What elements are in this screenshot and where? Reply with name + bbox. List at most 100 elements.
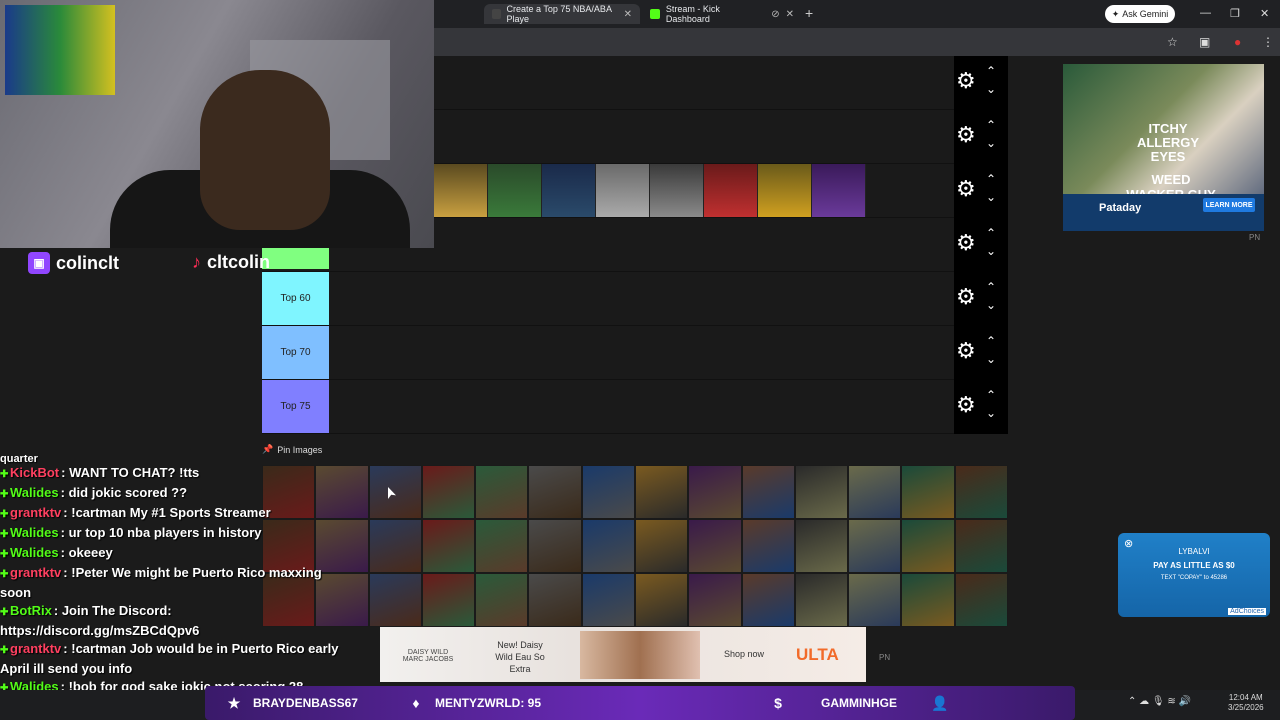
- player-image[interactable]: [901, 519, 955, 573]
- close-tab-icon[interactable]: ✕: [624, 9, 632, 20]
- chat-username: KickBot: [10, 465, 60, 480]
- mute-icon[interactable]: ⊘: [771, 9, 779, 20]
- player-image[interactable]: [954, 573, 1008, 627]
- ad-lybalvi[interactable]: ⊗ LYBALVI PAY AS LITTLE AS $0 TEXT "COPA…: [1118, 533, 1270, 617]
- player-image[interactable]: [634, 519, 689, 573]
- player-image[interactable]: [475, 573, 529, 627]
- player-image[interactable]: [794, 519, 849, 573]
- player-image[interactable]: [688, 573, 742, 627]
- player-image[interactable]: [421, 465, 476, 519]
- player-image[interactable]: [848, 519, 902, 573]
- gear-icon[interactable]: ⚙: [956, 392, 976, 418]
- ask-gemini-button[interactable]: ✦ Ask Gemini: [1105, 5, 1175, 23]
- chat-text: : Join The Discord:: [53, 603, 172, 618]
- player-image[interactable]: [688, 519, 742, 573]
- chat-username: grantktv: [10, 565, 62, 580]
- move-down-icon[interactable]: ⌄: [986, 296, 996, 314]
- tier-label[interactable]: Top 70: [262, 326, 329, 379]
- system-clock[interactable]: 12:04 AM 3/25/2026: [1228, 693, 1264, 713]
- move-up-icon[interactable]: ⌃: [986, 332, 996, 350]
- player-image[interactable]: [581, 519, 635, 573]
- ad-allergy[interactable]: ITCHY ALLERGY EYES WEED WACKER GUY Patad…: [1063, 64, 1264, 231]
- move-down-icon[interactable]: ⌄: [986, 404, 996, 422]
- tier-label[interactable]: Top 75: [262, 380, 329, 433]
- tier-label[interactable]: Top 60: [262, 272, 329, 325]
- player-image[interactable]: [688, 465, 742, 519]
- player-image[interactable]: [741, 573, 795, 627]
- player-image[interactable]: [848, 465, 902, 519]
- player-image[interactable]: [634, 465, 689, 519]
- gear-icon[interactable]: ⚙: [956, 338, 976, 364]
- close-window-icon[interactable]: ✕: [1260, 7, 1269, 20]
- player-image[interactable]: [581, 573, 635, 627]
- player-image[interactable]: [528, 519, 582, 573]
- move-up-icon[interactable]: ⌃: [986, 224, 996, 242]
- system-tray-icons[interactable]: ⌃ ☁ 🎙 ≋ 🔊: [1128, 696, 1191, 707]
- player-image[interactable]: [634, 573, 689, 627]
- player-image[interactable]: [794, 573, 849, 627]
- tab-search-icon[interactable]: ▣: [1199, 35, 1210, 49]
- move-down-icon[interactable]: ⌄: [986, 350, 996, 368]
- gear-icon[interactable]: ⚙: [956, 122, 976, 148]
- player-image[interactable]: [596, 164, 650, 217]
- shop-now-button[interactable]: Shop now: [724, 649, 764, 659]
- move-up-icon[interactable]: ⌃: [986, 62, 996, 80]
- player-image[interactable]: [475, 519, 529, 573]
- move-up-icon[interactable]: ⌃: [986, 386, 996, 404]
- tier-label-partial[interactable]: [262, 248, 329, 269]
- player-image[interactable]: [704, 164, 758, 217]
- player-image[interactable]: [542, 164, 596, 217]
- twitch-handle: ▣ colinclt: [28, 252, 119, 274]
- gear-icon[interactable]: ⚙: [956, 176, 976, 202]
- chat-username: Walides: [10, 545, 59, 560]
- tier-row[interactable]: Top 70 ⚙ ⌃ ⌄: [262, 326, 1008, 380]
- player-image[interactable]: [475, 465, 529, 519]
- player-image[interactable]: [758, 164, 812, 217]
- player-image[interactable]: [434, 164, 488, 217]
- webcam-overlay: [0, 0, 434, 248]
- move-up-icon[interactable]: ⌃: [986, 170, 996, 188]
- move-down-icon[interactable]: ⌄: [986, 80, 996, 98]
- new-tab-button[interactable]: +: [805, 5, 813, 21]
- player-image[interactable]: [421, 573, 476, 627]
- learn-more-button[interactable]: LEARN MORE: [1203, 198, 1255, 212]
- player-image[interactable]: [421, 519, 476, 573]
- player-image[interactable]: [528, 465, 582, 519]
- gear-icon[interactable]: ⚙: [956, 230, 976, 256]
- player-image[interactable]: [954, 519, 1008, 573]
- streamer-head: [200, 70, 330, 230]
- player-image[interactable]: [794, 465, 849, 519]
- player-image[interactable]: [901, 573, 955, 627]
- tier-row[interactable]: Top 60 ⚙ ⌃ ⌄: [262, 272, 1008, 326]
- move-up-icon[interactable]: ⌃: [986, 116, 996, 134]
- player-image[interactable]: [528, 573, 582, 627]
- player-image[interactable]: [848, 573, 902, 627]
- maximize-icon[interactable]: ❐: [1230, 7, 1240, 20]
- gear-icon[interactable]: ⚙: [956, 284, 976, 310]
- player-image[interactable]: [488, 164, 542, 217]
- player-image[interactable]: [901, 465, 955, 519]
- player-image[interactable]: [741, 519, 795, 573]
- gear-icon[interactable]: ⚙: [956, 68, 976, 94]
- minimize-icon[interactable]: —: [1200, 7, 1211, 19]
- move-down-icon[interactable]: ⌄: [986, 188, 996, 206]
- row-controls: ⚙ ⌃ ⌄: [954, 380, 1008, 434]
- ad-daisy-wild[interactable]: DAISY WILD MARC JACOBS New! Daisy Wild E…: [380, 627, 866, 682]
- tab-tier-list[interactable]: Create a Top 75 NBA/ABA Playe ✕: [484, 4, 640, 24]
- pin-images-toggle[interactable]: 📌 Pin Images: [262, 444, 322, 455]
- player-image[interactable]: [954, 465, 1008, 519]
- player-image[interactable]: [812, 164, 866, 217]
- profile-avatar-icon[interactable]: ●: [1234, 35, 1241, 49]
- move-down-icon[interactable]: ⌄: [986, 134, 996, 152]
- tier-row[interactable]: Top 75 ⚙ ⌃ ⌄: [262, 380, 1008, 434]
- player-image[interactable]: [650, 164, 704, 217]
- menu-icon[interactable]: ⋮: [1262, 35, 1274, 49]
- tab-kick-dashboard[interactable]: Stream - Kick Dashboard ⊘ ✕: [642, 4, 802, 24]
- player-image[interactable]: [581, 465, 635, 519]
- player-image[interactable]: [741, 465, 795, 519]
- move-down-icon[interactable]: ⌄: [986, 242, 996, 260]
- bookmark-star-icon[interactable]: ☆: [1167, 35, 1178, 49]
- move-up-icon[interactable]: ⌃: [986, 278, 996, 296]
- close-tab-icon[interactable]: ✕: [786, 9, 794, 20]
- adchoices-link[interactable]: AdChoices: [1228, 608, 1266, 615]
